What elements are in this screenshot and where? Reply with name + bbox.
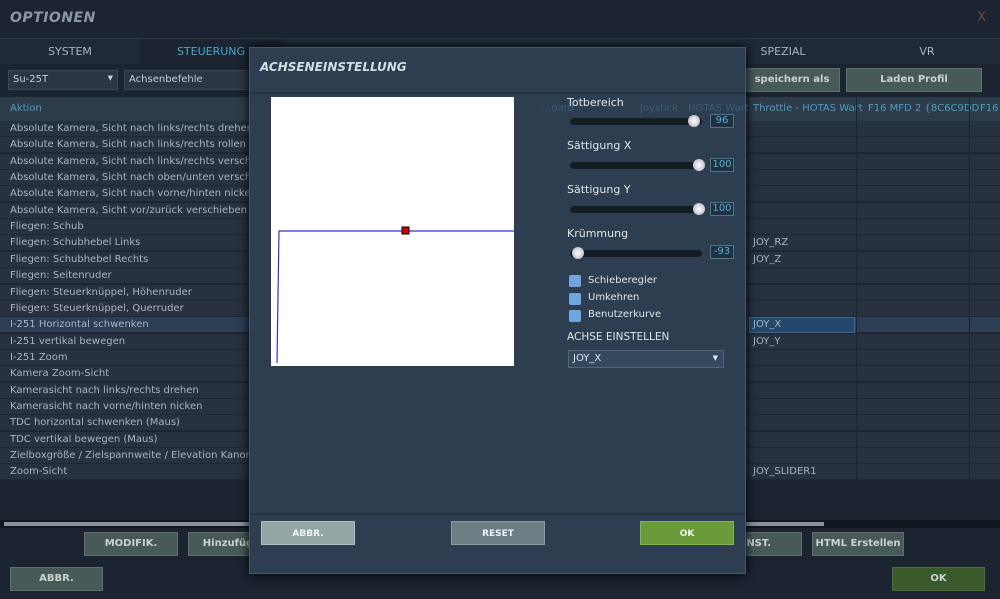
deadzone-slider[interactable] [570, 115, 702, 127]
throttle-binding[interactable]: JOY_X [753, 319, 781, 330]
action-label: Absolute Kamera, Sicht nach links/rechts… [10, 123, 254, 134]
chevron-down-icon: ▼ [107, 74, 113, 82]
action-label: Zoom-Sicht [10, 466, 68, 478]
throttle-binding[interactable]: JOY_Y [753, 336, 781, 347]
axis-curve-graph [271, 97, 534, 366]
cancel-button[interactable]: ABBR. [10, 567, 103, 591]
action-label: TDC horizontal schwenken (Maus) [10, 417, 180, 429]
dialog-title: ACHSENEINSTELLUNG [260, 60, 407, 74]
action-label: Kamera Zoom-Sicht [10, 368, 110, 380]
throttle-binding[interactable]: JOY_Z [753, 254, 781, 265]
throttle-binding[interactable]: JOY_SLIDER1 [753, 466, 817, 477]
slider-handle[interactable] [693, 203, 705, 215]
slider-handle[interactable] [693, 159, 705, 171]
throttle-binding[interactable]: JOY_RZ [753, 237, 788, 248]
load-profile-button[interactable]: Laden Profil [846, 68, 982, 92]
invert-checkbox-label: Umkehren [588, 292, 640, 303]
action-label: Absolute Kamera, Sicht nach links/rechts… [10, 139, 246, 151]
ok-button[interactable]: OK [892, 567, 985, 591]
axis-assign-label: ACHSE EINSTELLEN [567, 331, 670, 343]
saturation-x-value[interactable]: 100 [710, 158, 734, 172]
aircraft-value: Su-25T [13, 74, 49, 85]
action-label: TDC vertikal bewegen (Maus) [10, 433, 158, 445]
action-label: Absolute Kamera, Sicht nach oben/unten v… [10, 172, 280, 184]
modifiers-button[interactable]: MODIFIK. [84, 532, 178, 556]
dialog-reset-button[interactable]: RESET [451, 521, 545, 545]
saturation-y-label: Sättigung Y [567, 183, 631, 196]
header-action[interactable]: Aktion [10, 103, 42, 114]
action-label: Absolute Kamera, Sicht vor/zurück versch… [10, 204, 247, 216]
save-as-button[interactable]: speichern als [744, 68, 840, 92]
saturation-y-value[interactable]: 100 [710, 202, 734, 216]
action-label: Kamerasicht nach links/rechts drehen [10, 384, 199, 396]
slider-checkbox-label: Schieberegler [588, 275, 658, 286]
window-title: OPTIONEN [10, 10, 96, 26]
axis-select[interactable]: JOY_X ▼ [568, 350, 724, 368]
header-f16-mfd2[interactable]: F16 MFD 2 {8C6C9DD [868, 103, 979, 114]
chevron-down-icon: ▼ [712, 354, 718, 362]
curvature-value[interactable]: -93 [710, 245, 734, 259]
tab-vr[interactable]: VR [854, 39, 1000, 65]
action-label: I-251 Horizontal schwenken [10, 319, 149, 331]
axis-select-value: JOY_X [573, 353, 602, 364]
action-label: Absolute Kamera, Sicht nach vorne/hinten… [10, 188, 257, 200]
curve-svg [276, 100, 534, 364]
deadzone-label: Totbereich [567, 96, 624, 109]
slider-handle[interactable] [688, 115, 700, 127]
action-label: I-251 Zoom [10, 351, 68, 363]
action-label: I-251 vertikal bewegen [10, 335, 126, 347]
curvature-label: Krümmung [567, 227, 629, 240]
slider-handle[interactable] [572, 247, 584, 259]
dialog-cancel-button[interactable]: ABBR. [261, 521, 355, 545]
action-label: Fliegen: Schub [10, 221, 84, 233]
saturation-x-slider[interactable] [570, 159, 705, 171]
axis-position-marker [401, 226, 410, 235]
dialog-ok-button[interactable]: OK [640, 521, 734, 545]
action-label: Fliegen: Seitenruder [10, 270, 112, 282]
action-label: Fliegen: Steuerknüppel, Querruder [10, 302, 184, 314]
close-button[interactable]: X [977, 10, 986, 25]
html-export-button[interactable]: HTML Erstellen [812, 532, 904, 556]
slider-checkbox[interactable] [569, 275, 581, 287]
header-throttle[interactable]: Throttle - HOTAS Wart [753, 103, 863, 114]
category-select[interactable]: Achsenbefehle [124, 70, 254, 90]
action-label: Kamerasicht nach vorne/hinten nicken [10, 400, 203, 412]
header-keyboard: ...oard [542, 103, 575, 114]
saturation-x-label: Sättigung X [567, 139, 632, 152]
invert-checkbox[interactable] [569, 293, 581, 305]
action-label: Fliegen: Schubhebel Rechts [10, 253, 149, 265]
action-label: Fliegen: Steuerknüppel, Höhenruder [10, 286, 192, 298]
saturation-y-slider[interactable] [570, 203, 705, 215]
user-curve-checkbox-label: Benutzerkurve [588, 309, 662, 320]
aircraft-select[interactable]: Su-25T ▼ [8, 70, 118, 90]
user-curve-checkbox[interactable] [569, 310, 581, 322]
header-f16[interactable]: F16 [980, 103, 998, 114]
action-label: Fliegen: Schubhebel Links [10, 237, 141, 249]
header-joystick: Joystick - HOTAS Wart [640, 103, 749, 114]
curvature-slider[interactable] [570, 247, 702, 259]
tab-system[interactable]: SYSTEM [0, 39, 140, 65]
action-label: Absolute Kamera, Sicht nach links/rechts… [10, 155, 279, 167]
deadzone-value[interactable]: 96 [710, 114, 734, 128]
category-value: Achsenbefehle [129, 74, 203, 85]
axis-tune-dialog: ACHSENEINSTELLUNG Totbereich 96 Sättigun… [249, 47, 746, 574]
response-curve [276, 100, 534, 364]
